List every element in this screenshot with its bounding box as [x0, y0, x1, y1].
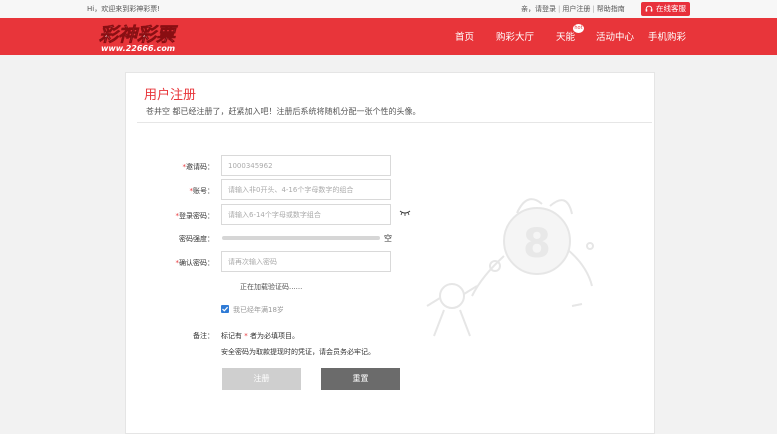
password-label: *登录密码：	[134, 211, 215, 221]
mascot-illustration: 8	[426, 198, 594, 337]
age-checkbox-label[interactable]: 我已经年满18岁	[233, 305, 284, 315]
page-subtitle: 苍井空 都已经注册了，赶紧加入吧！注册后系统将随机分配一张个性的头像。	[146, 107, 421, 116]
note-password: 安全密码为取款提现时的凭证，请会员务必牢记。	[221, 348, 375, 356]
login-link[interactable]: 亲，请登录	[521, 5, 556, 13]
password-label-text: 登录密码：	[179, 212, 214, 220]
note-required-prefix: 标记有	[221, 332, 245, 340]
link-separator: |	[558, 5, 561, 13]
register-link[interactable]: 用户注册	[562, 5, 590, 13]
svg-text:8: 8	[523, 221, 551, 267]
age-checkbox[interactable]	[221, 305, 229, 313]
register-button[interactable]: 注册	[222, 368, 301, 390]
eye-closed-icon[interactable]	[399, 209, 411, 217]
divider	[137, 122, 652, 123]
link-separator: |	[592, 5, 595, 13]
online-service-button[interactable]: 在线客服	[641, 2, 690, 16]
account-label-text: 账号：	[193, 187, 214, 195]
account-label: *账号：	[134, 186, 215, 196]
invite-code-input[interactable]	[221, 155, 391, 176]
welcome-text: Hi，欢迎来到彩神彩票!	[87, 5, 161, 13]
invite-code-label-text: 邀请码：	[186, 163, 214, 171]
nav-home[interactable]: 首页	[455, 29, 474, 43]
help-link[interactable]: 帮助指南	[597, 5, 625, 13]
notes-label: 备注：	[193, 332, 214, 340]
note-required-suffix: 者为必填项目。	[247, 332, 299, 340]
check-icon	[222, 306, 229, 312]
password-input[interactable]	[221, 204, 391, 225]
reset-button[interactable]: 重置	[321, 368, 400, 390]
captcha-loading-text: 正在加载验证码......	[240, 283, 303, 291]
strength-value: 空	[384, 234, 392, 243]
invite-code-label: *邀请码：	[134, 162, 215, 172]
note-required: 标记有 * 者为必填项目。	[221, 331, 299, 341]
logo-main-text: 彩神彩票	[99, 24, 178, 46]
confirm-password-input[interactable]	[221, 251, 391, 272]
top-links: 亲，请登录 | 用户注册 | 帮助指南	[521, 4, 625, 14]
password-strength-bar	[222, 236, 380, 240]
confirm-label-text: 确认密码：	[179, 259, 214, 267]
confirm-label: *确认密码：	[134, 258, 215, 268]
headset-icon	[645, 5, 653, 12]
nav-mobile-lottery[interactable]: 手机购彩	[648, 29, 686, 43]
site-logo[interactable]: 彩神彩票 www.22666.com	[98, 21, 198, 53]
page-title: 用户注册	[144, 88, 197, 103]
account-input[interactable]	[221, 179, 391, 200]
nav-activity-center[interactable]: 活动中心	[596, 29, 634, 43]
nav-tianneng[interactable]: 天能	[556, 29, 575, 43]
service-label: 在线客服	[656, 4, 686, 13]
hot-badge: hot	[573, 24, 584, 33]
logo-url-text: www.22666.com	[101, 44, 175, 53]
strength-label: 密码强度：	[179, 235, 214, 243]
nav-lottery-hall[interactable]: 购彩大厅	[496, 29, 534, 43]
top-bar: Hi，欢迎来到彩神彩票! 亲，请登录 | 用户注册 | 帮助指南 在线客服	[0, 0, 777, 18]
